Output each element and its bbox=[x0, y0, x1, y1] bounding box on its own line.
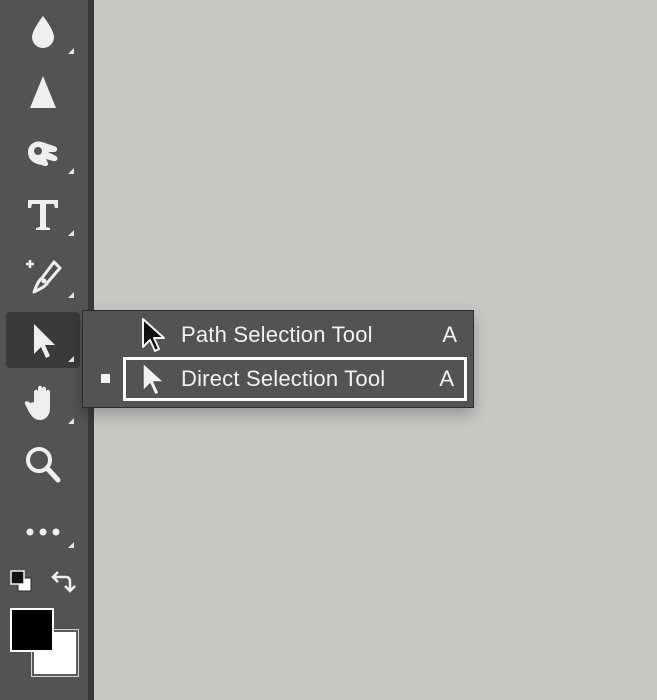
ellipsis-icon bbox=[26, 528, 60, 536]
path-selection-arrow-icon bbox=[142, 318, 165, 352]
tools-panel bbox=[0, 0, 88, 700]
zoom-tool-button[interactable] bbox=[6, 436, 80, 492]
menu-item-shortcut: A bbox=[439, 366, 454, 391]
droplet-icon bbox=[32, 16, 54, 48]
path-selection-tool-item[interactable]: Path Selection Tool A bbox=[83, 313, 473, 357]
tool-group-indicator bbox=[68, 292, 74, 298]
pen-nib-icon bbox=[26, 260, 62, 294]
tool-group-indicator bbox=[68, 418, 74, 424]
type-tool-button[interactable] bbox=[6, 186, 80, 242]
direct-selection-arrow-icon bbox=[142, 362, 165, 396]
blur-tool-button[interactable] bbox=[6, 4, 80, 60]
selection-tool-button[interactable] bbox=[6, 312, 80, 368]
tool-group-indicator bbox=[68, 48, 74, 54]
color-swatches bbox=[0, 560, 88, 700]
menu-item-label: Path Selection Tool bbox=[181, 322, 373, 347]
arrow-cursor-icon bbox=[34, 324, 55, 358]
magnifier-icon bbox=[26, 447, 61, 483]
tool-group-indicator bbox=[68, 356, 74, 362]
hand-icon bbox=[24, 385, 50, 420]
triangle-icon bbox=[30, 76, 56, 108]
default-colors-icon[interactable] bbox=[8, 568, 34, 594]
smudge-hand-icon bbox=[28, 141, 58, 167]
menu-item-label: Direct Selection Tool bbox=[181, 366, 386, 391]
tool-group-indicator bbox=[68, 542, 74, 548]
type-t-icon bbox=[28, 200, 58, 230]
active-tool-indicator bbox=[101, 374, 110, 383]
direct-selection-tool-item[interactable]: Direct Selection Tool A bbox=[123, 357, 467, 401]
foreground-color-swatch[interactable] bbox=[10, 608, 54, 652]
swap-colors-icon[interactable] bbox=[50, 568, 76, 594]
selection-tool-flyout-menu: Path Selection Tool A Direct Selection T… bbox=[82, 310, 474, 408]
sharpen-tool-button[interactable] bbox=[6, 64, 80, 120]
more-tools-button[interactable] bbox=[6, 498, 80, 554]
tool-group-indicator bbox=[68, 168, 74, 174]
smudge-tool-button[interactable] bbox=[6, 124, 80, 180]
menu-item-shortcut: A bbox=[442, 322, 457, 347]
pen-tool-button[interactable] bbox=[6, 248, 80, 304]
hand-tool-button[interactable] bbox=[6, 374, 80, 430]
tool-group-indicator bbox=[68, 230, 74, 236]
